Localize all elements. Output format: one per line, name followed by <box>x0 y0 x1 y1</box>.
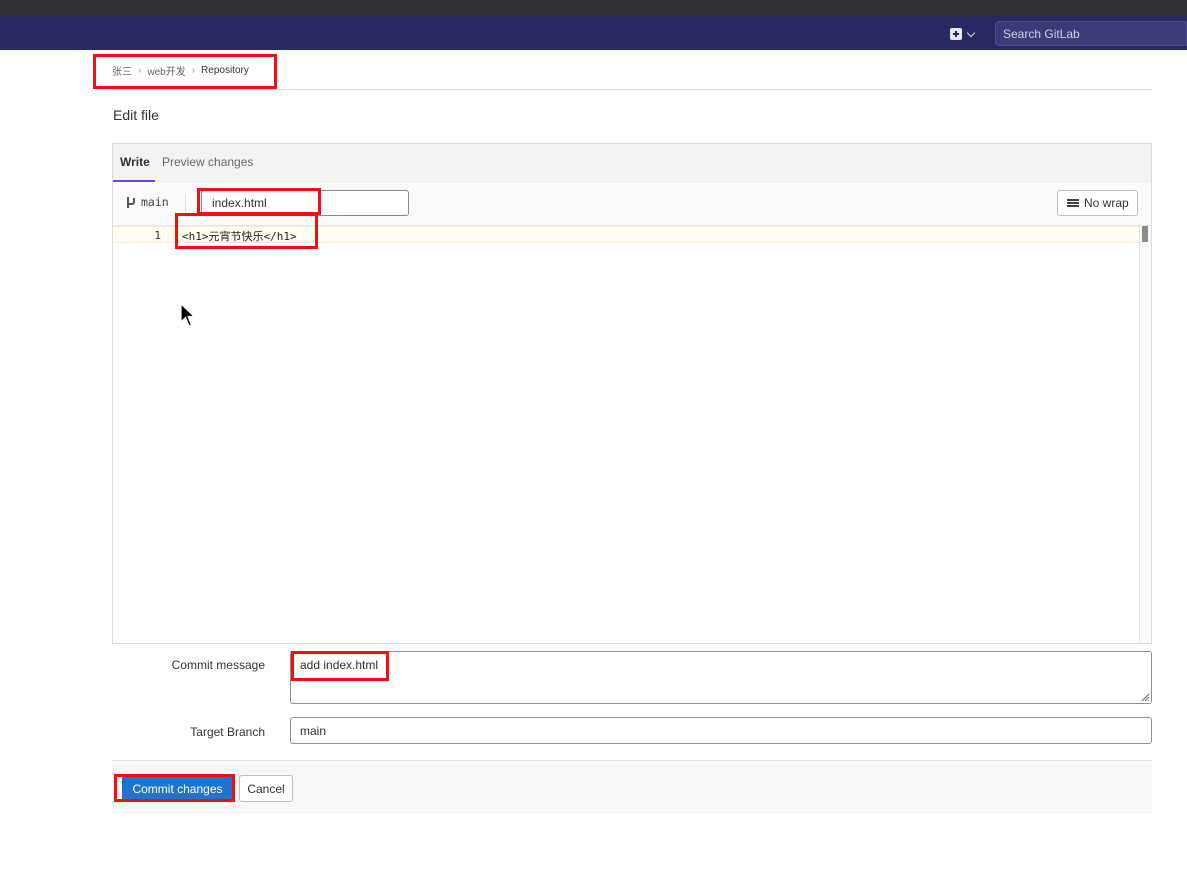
target-branch-label: Target Branch <box>190 725 265 739</box>
file-name-input[interactable] <box>201 190 409 216</box>
new-menu-button[interactable] <box>950 26 980 42</box>
code-editor-area[interactable]: 1 <h1>元宵节快乐</h1> <box>113 226 1151 643</box>
line-number: 1 <box>154 229 161 242</box>
cancel-button[interactable]: Cancel <box>239 775 293 802</box>
resize-handle-icon[interactable] <box>1140 692 1150 702</box>
soft-wrap-toggle-button[interactable]: No wrap <box>1057 190 1138 216</box>
target-branch-field[interactable] <box>290 717 1152 744</box>
commit-message-label: Commit message <box>171 658 265 672</box>
search-input[interactable] <box>995 21 1187 46</box>
breadcrumb-item-user[interactable]: 张三 <box>112 63 132 78</box>
vertical-scrollbar[interactable] <box>1139 226 1151 643</box>
browser-top-strip <box>0 0 1187 16</box>
top-navbar <box>0 16 1187 50</box>
form-actions: Commit changes Cancel <box>112 760 1152 814</box>
text-wrap-icon <box>1067 199 1079 207</box>
chevron-right-icon: › <box>138 65 142 76</box>
chevron-right-icon: › <box>191 65 196 76</box>
file-editor: Write Preview changes main No wrap 1 <h1… <box>112 143 1152 644</box>
branch-indicator: main <box>126 195 169 209</box>
file-title-bar: main No wrap <box>113 182 1151 226</box>
chevron-down-icon <box>966 28 976 37</box>
code-line: 1 <h1>元宵节快乐</h1> <box>113 226 1139 243</box>
branch-icon <box>126 196 135 208</box>
page-title: Edit file <box>113 107 159 123</box>
breadcrumb-item-repository[interactable]: Repository <box>201 65 249 76</box>
breadcrumb-divider <box>112 89 1152 90</box>
divider <box>185 194 186 212</box>
editor-tabs: Write Preview changes <box>113 144 1151 182</box>
commit-message-field[interactable]: add index.html <box>290 651 1152 704</box>
scrollbar-thumb[interactable] <box>1142 226 1148 242</box>
plus-square-icon <box>950 28 962 40</box>
breadcrumb: 张三 › web开发 › Repository <box>112 63 249 78</box>
soft-wrap-label: No wrap <box>1084 196 1129 210</box>
breadcrumb-item-project[interactable]: web开发 <box>147 63 185 78</box>
commit-changes-button[interactable]: Commit changes <box>122 776 233 802</box>
tab-write[interactable]: Write <box>120 155 150 169</box>
branch-name: main <box>141 195 169 209</box>
mouse-pointer-icon <box>180 303 196 327</box>
tab-preview-changes[interactable]: Preview changes <box>162 155 253 169</box>
code-line-text[interactable]: <h1>元宵节快乐</h1> <box>182 228 297 244</box>
